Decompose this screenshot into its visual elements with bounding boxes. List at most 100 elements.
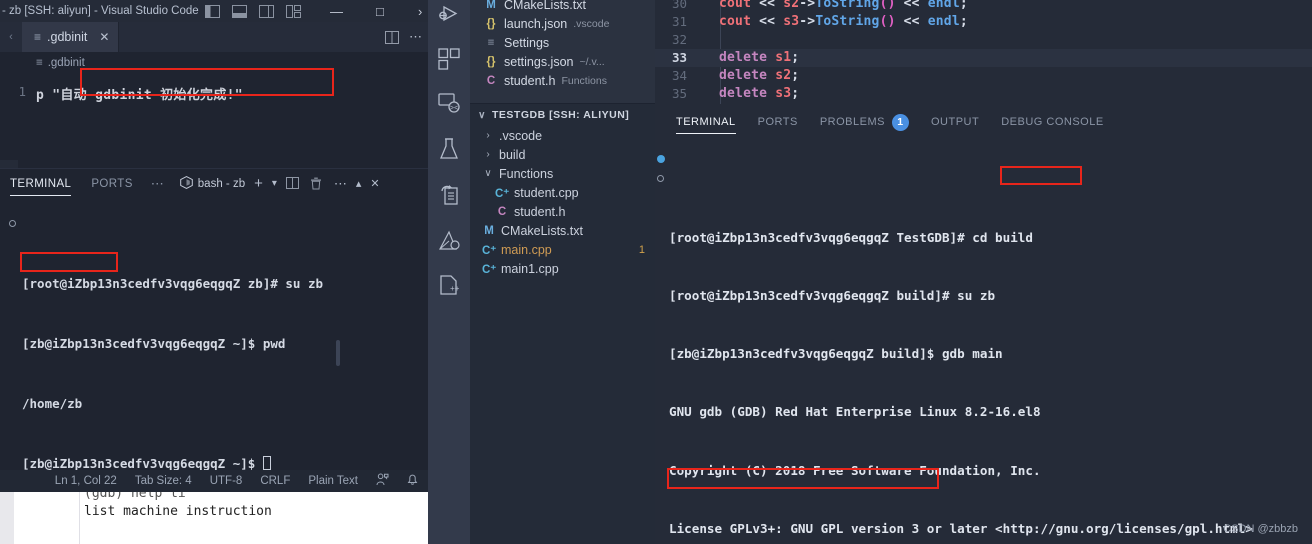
left-window-title: - zb [SSH: aliyun] - Visual Studio Code	[2, 5, 199, 17]
editor-tab-gdbinit[interactable]: ≡ .gdbinit ✕	[22, 22, 120, 52]
cmake-tools-icon[interactable]	[428, 220, 470, 262]
toggle-panel-icon[interactable]	[232, 4, 247, 18]
panel-tab-ports[interactable]: PORTS	[747, 108, 809, 136]
remote-explorer-icon[interactable]: ><	[428, 82, 470, 124]
panel-overflow-icon[interactable]: ⋯	[143, 176, 172, 192]
watermark: CSDN @zbbzb	[1223, 523, 1298, 535]
panel-tab-debug-console[interactable]: DEBUG CONSOLE	[990, 108, 1114, 136]
tree-item-label: CMakeLists.txt	[501, 223, 583, 238]
chevron-down-icon: ∨	[484, 168, 492, 179]
tree-item-main-cpp[interactable]: C⁺ main.cpp 1	[470, 240, 655, 259]
cpp-icon[interactable]: ++	[428, 264, 470, 306]
terminal-cursor	[262, 456, 271, 470]
statusbar-eol[interactable]: CRLF	[260, 475, 290, 487]
tree-item-build[interactable]: › build	[470, 145, 655, 164]
activity-bar: >< ++	[428, 0, 470, 544]
quick-open-item[interactable]: ≡ Settings	[470, 33, 655, 52]
customize-layout-icon[interactable]	[286, 4, 301, 18]
terminal-shell-label[interactable]: bash - zb	[179, 175, 245, 192]
panel-tab-problems[interactable]: PROBLEMS 1	[809, 108, 920, 136]
window-more-button[interactable]: ›	[418, 0, 422, 22]
panel-tab-terminal[interactable]: TERMINAL	[0, 169, 81, 199]
panel-more-actions-icon[interactable]: ⋯	[334, 176, 347, 192]
terminal-line: License GPLv3+: GNU GPL version 3 or lat…	[669, 520, 1253, 536]
cpp-file-icon: C⁺	[482, 263, 497, 276]
tree-item-vscode[interactable]: › .vscode	[470, 126, 655, 145]
panel-tab-output[interactable]: OUTPUT	[920, 108, 990, 136]
notifications-bell-icon[interactable]	[407, 473, 418, 489]
terminal-icon	[179, 175, 193, 192]
run-and-debug-icon[interactable]	[428, 0, 470, 36]
explorer-section-header[interactable]: ∨ TESTGDB [SSH: ALIYUN]	[470, 104, 655, 126]
line-number: 30	[671, 0, 687, 12]
extensions-icon[interactable]	[428, 38, 470, 80]
toggle-primary-sidebar-icon[interactable]	[205, 4, 220, 18]
chevron-right-icon: ›	[486, 130, 490, 141]
cmake-file-icon: M	[486, 0, 496, 11]
quick-open-results[interactable]: M CMakeLists.txt {} launch.json .vscode …	[470, 0, 655, 104]
quick-open-item[interactable]: {} settings.json ~/.v...	[470, 52, 655, 71]
window-maximize-button[interactable]: □	[376, 0, 384, 22]
editor-more-actions-icon[interactable]: ⋯	[409, 29, 422, 45]
kill-terminal-trash-icon[interactable]	[310, 177, 325, 190]
panel-tab-terminal[interactable]: TERMINAL	[665, 108, 747, 136]
window-minimize-button[interactable]: —	[330, 0, 343, 22]
right-code-editor[interactable]: 30 cout << s2->ToString() << endl; 31 co…	[655, 0, 1312, 104]
split-terminal-icon[interactable]	[285, 177, 301, 190]
terminal-line: [zb@iZbp13n3cedfv3vqg6eqgqZ build]$ gdb …	[669, 346, 1003, 362]
tree-item-label: student.h	[514, 204, 566, 219]
panel-scrollbar-thumb[interactable]	[336, 340, 340, 366]
line-number: 33	[671, 50, 687, 66]
left-panel-tabbar: TERMINAL PORTS ⋯ bash - zb + ▾ ⋯ ▴ ✕	[0, 168, 428, 198]
cmake-file-icon: M	[484, 224, 494, 237]
screenshot-root: - zb [SSH: aliyun] - Visual Studio Code …	[0, 0, 1312, 544]
code-line: 30 cout << s2->ToString() << endl;	[655, 0, 1312, 13]
collapse-panel-chevron-up-icon[interactable]: ▴	[356, 177, 362, 190]
tree-item-functions[interactable]: ∨ Functions	[470, 164, 655, 183]
chevron-down-icon[interactable]: ▾	[272, 178, 277, 189]
breadcrumb[interactable]: ≡ .gdbinit	[0, 52, 428, 74]
left-editor-area[interactable]: 1 p "自动 gdbinit 初始化完成!"	[0, 74, 428, 160]
statusbar-cursor-position[interactable]: Ln 1, Col 22	[55, 475, 117, 487]
highlight-box-gdbinit-output	[667, 468, 939, 489]
problems-count-badge: 1	[891, 113, 909, 131]
right-panel-tabbar: TERMINAL PORTS PROBLEMS 1 OUTPUT DEBUG C…	[655, 108, 1312, 136]
statusbar-tab-size[interactable]: Tab Size: 4	[135, 475, 192, 487]
split-editor-icon[interactable]	[385, 30, 400, 44]
explorer-pane: M CMakeLists.txt {} launch.json .vscode …	[470, 0, 655, 544]
new-terminal-icon[interactable]: +	[254, 175, 263, 192]
left-statusbar: Ln 1, Col 22 Tab Size: 4 UTF-8 CRLF Plai…	[0, 470, 428, 492]
quick-open-item[interactable]: C student.h Functions	[470, 71, 655, 90]
panel-tab-ports[interactable]: PORTS	[81, 169, 142, 199]
close-icon[interactable]: ✕	[99, 30, 109, 44]
chevron-right-icon: ›	[486, 149, 490, 160]
tabbar-scroll-left[interactable]: ‹	[0, 22, 22, 52]
quick-open-item-desc: Functions	[561, 74, 607, 87]
document-line-2: list machine instruction	[84, 504, 272, 519]
settings-file-icon: ≡	[487, 36, 495, 49]
code-line-text: cout << s3->ToString() << endl;	[719, 14, 968, 30]
code-line-text: delete s2;	[719, 68, 800, 84]
file-tree: › .vscode › build ∨ Functions C⁺ student…	[470, 126, 655, 278]
tree-item-cmakelists[interactable]: M CMakeLists.txt	[470, 221, 655, 240]
close-panel-icon[interactable]: ✕	[370, 177, 379, 190]
testing-flask-icon[interactable]	[428, 128, 470, 170]
toggle-secondary-sidebar-icon[interactable]	[259, 4, 274, 18]
editor-tab-actions: ⋯	[385, 22, 428, 52]
quick-open-item[interactable]: {} launch.json .vscode	[470, 14, 655, 33]
quick-open-item[interactable]: M CMakeLists.txt	[470, 0, 655, 14]
source-control-docs-icon[interactable]	[428, 174, 470, 216]
quick-open-item-label: student.h	[504, 73, 556, 88]
feedback-icon[interactable]	[376, 473, 389, 489]
left-terminal-output[interactable]: [root@iZbp13n3cedfv3vqg6eqgqZ zb]# su zb…	[0, 198, 428, 471]
statusbar-encoding[interactable]: UTF-8	[210, 475, 243, 487]
tree-item-student-cpp[interactable]: C⁺ student.cpp	[470, 183, 655, 202]
tree-item-main1-cpp[interactable]: C⁺ main1.cpp	[470, 259, 655, 278]
json-file-icon: {}	[486, 55, 496, 68]
terminal-line: [zb@iZbp13n3cedfv3vqg6eqgqZ ~]$ pwd	[22, 336, 286, 351]
quick-open-item-desc: .vscode	[573, 17, 610, 30]
header-file-icon: C	[486, 74, 496, 87]
statusbar-language-mode[interactable]: Plain Text	[308, 475, 358, 487]
tree-item-student-h[interactable]: C student.h	[470, 202, 655, 221]
document-left-rail	[0, 492, 14, 544]
